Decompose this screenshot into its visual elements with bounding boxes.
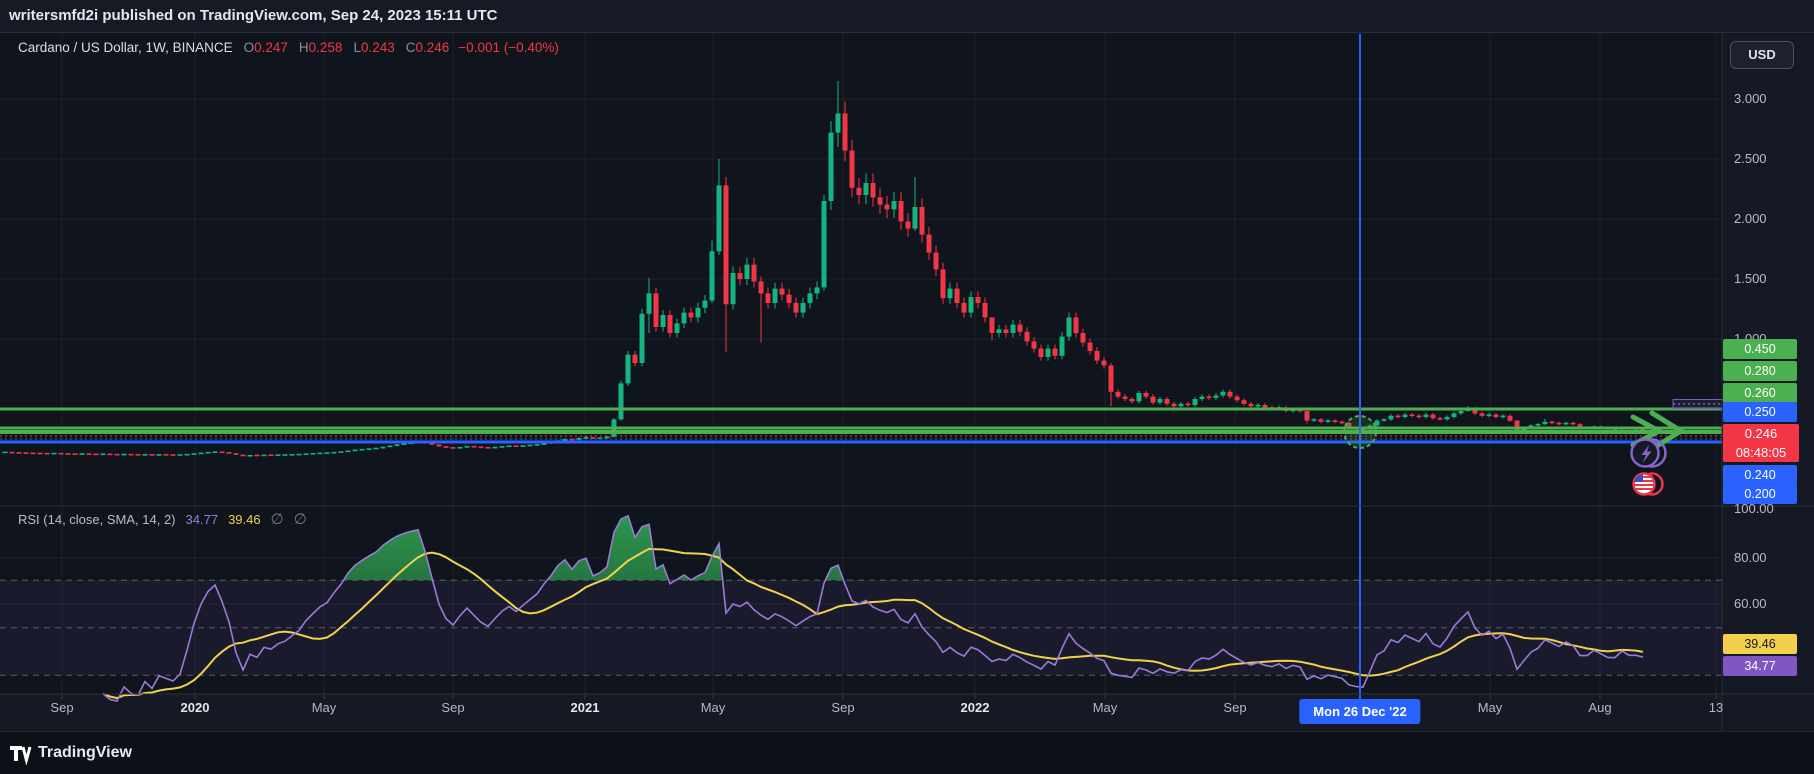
watermark-text: writersmfd2i published on TradingView.co… — [9, 7, 498, 24]
time-axis-tick: Sep — [1223, 700, 1246, 715]
price-axis-tick: 1.500 — [1734, 270, 1812, 288]
time-axis-tick: May — [1478, 700, 1503, 715]
time-axis-tick: Sep — [831, 700, 854, 715]
price-level-label: 0.450 — [1723, 339, 1797, 359]
currency-toggle-button[interactable]: USD — [1730, 41, 1794, 69]
price-level-label: 0.280 — [1723, 361, 1797, 381]
time-axis-tick: 2021 — [571, 700, 600, 715]
price-axis-tick: 60.00 — [1734, 595, 1812, 613]
rsi-ma-value: 39.46 — [228, 512, 261, 527]
price-level-label: 0.200 — [1723, 484, 1797, 504]
price-axis-tick: 80.00 — [1734, 549, 1812, 567]
symbol-header[interactable]: Cardano / US Dollar, 1W, BINANCE O0.247 … — [18, 40, 559, 55]
price-axis-tick: 2.000 — [1734, 210, 1812, 228]
chart-canvas[interactable] — [0, 33, 1814, 733]
countdown-timer: 08:48:05 — [1723, 443, 1799, 462]
selection-box[interactable] — [1673, 400, 1724, 409]
lightning-icon[interactable] — [1632, 440, 1666, 467]
rsi-hidden-icon[interactable]: ∅ — [294, 510, 307, 528]
time-axis-tick: May — [701, 700, 726, 715]
current-price-label: 0.246 08:48:05 — [1723, 424, 1799, 462]
highlight-circle[interactable] — [1344, 416, 1376, 448]
time-axis-tick: May — [1093, 700, 1118, 715]
tradingview-brand-text[interactable]: TradingView — [38, 744, 132, 762]
price-axis-tick: 2.500 — [1734, 150, 1812, 168]
price-axis-tick: 3.000 — [1734, 90, 1812, 108]
ohlc-open: O0.247 — [244, 40, 288, 55]
rsi-hidden-icon[interactable]: ∅ — [271, 510, 284, 528]
crosshair-date-badge: Mon 26 Dec '22 — [1299, 699, 1420, 724]
time-axis-tick: 2020 — [181, 700, 210, 715]
price-level-label: 0.240 — [1723, 465, 1797, 485]
watermark-bar: writersmfd2i published on TradingView.co… — [0, 0, 1814, 32]
chart-region[interactable]: Cardano / US Dollar, 1W, BINANCE O0.247 … — [0, 32, 1814, 733]
time-axis-tick: Aug — [1588, 700, 1611, 715]
symbol-title[interactable]: Cardano / US Dollar, 1W, BINANCE — [18, 40, 233, 55]
tradingview-snapshot: writersmfd2i published on TradingView.co… — [0, 0, 1814, 774]
price-level-label: 0.250 — [1723, 402, 1797, 422]
ohlc-change: −0.001 (−0.40%) — [458, 40, 559, 55]
tradingview-logo-icon[interactable] — [8, 741, 32, 765]
time-axis-tick: Sep — [50, 700, 73, 715]
ohlc-close: C0.246 — [406, 40, 450, 55]
us-flag-icon[interactable] — [1634, 474, 1663, 495]
rsi-header[interactable]: RSI (14, close, SMA, 14, 2) 34.77 39.46 … — [18, 510, 307, 528]
price-level-label: 39.46 — [1723, 634, 1797, 654]
time-axis-tick: Sep — [441, 700, 464, 715]
ohlc-low: L0.243 — [353, 40, 394, 55]
footer-bar: TradingView — [0, 732, 1814, 774]
time-axis-tick: 2022 — [961, 700, 990, 715]
price-level-label: 0.260 — [1723, 383, 1797, 403]
rsi-value: 34.77 — [186, 512, 219, 527]
ohlc-high: H0.258 — [299, 40, 343, 55]
price-level-label: 34.77 — [1723, 656, 1797, 676]
rsi-title[interactable]: RSI (14, close, SMA, 14, 2) — [18, 512, 176, 527]
time-axis-tick: May — [312, 700, 337, 715]
time-axis-tick: 13 — [1709, 700, 1723, 715]
current-price-value: 0.246 — [1723, 424, 1799, 443]
